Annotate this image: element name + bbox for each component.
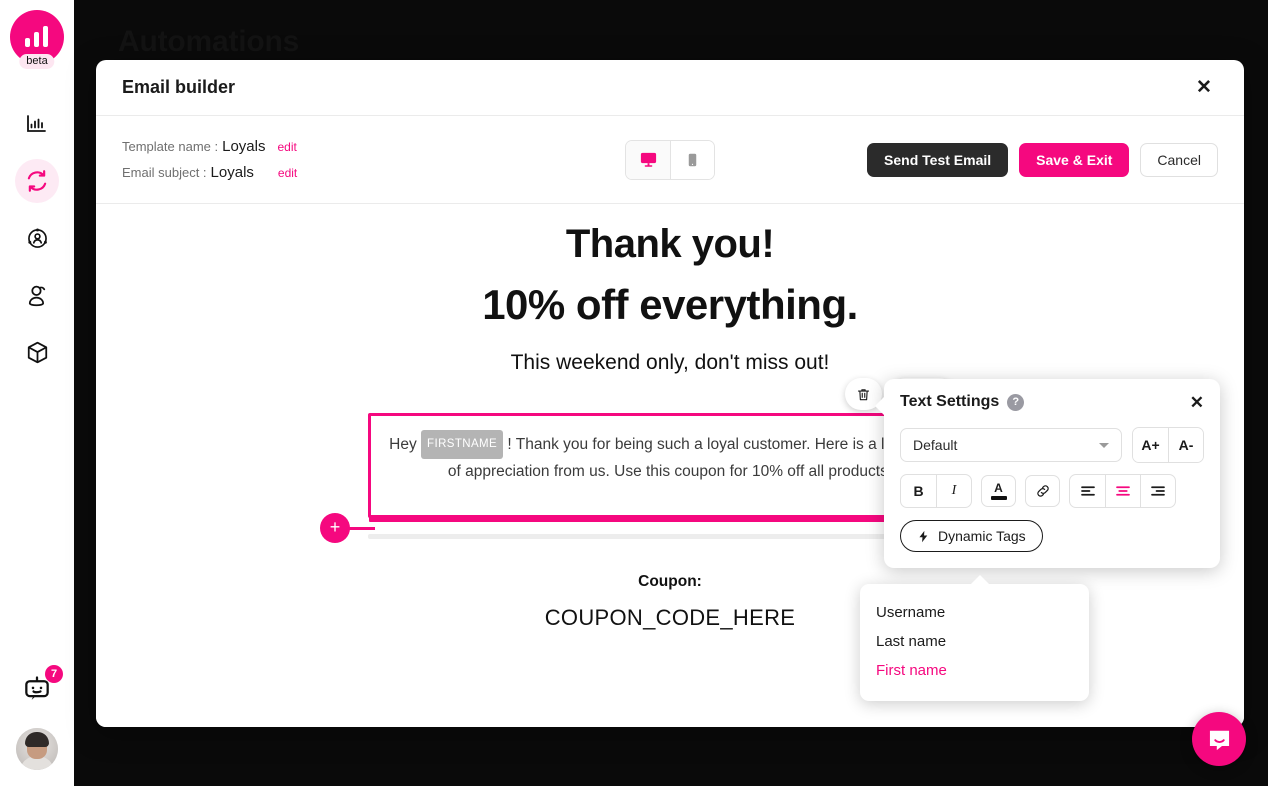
bold-italic-group: B I: [900, 474, 972, 508]
page-title: Automations: [118, 25, 300, 58]
chevron-down-icon: [1099, 442, 1109, 448]
template-name-label: Template name :: [122, 138, 219, 154]
increase-font-size-button[interactable]: A+: [1133, 428, 1168, 462]
email-heading-2[interactable]: 10% off everything.: [368, 281, 972, 329]
email-subject-row: Email subject : Loyals edit: [122, 160, 297, 186]
sidebar-nav: [15, 102, 59, 374]
text-settings-close-icon[interactable]: ✕: [1190, 394, 1204, 411]
brand-logo[interactable]: beta: [10, 10, 64, 69]
user-network-icon: [27, 228, 47, 248]
email-heading-1[interactable]: Thank you!: [368, 222, 972, 267]
decrease-font-size-button[interactable]: A-: [1168, 428, 1203, 462]
dynamic-tags-menu: Username Last name First name: [860, 575, 1089, 701]
sidebar-item-segments[interactable]: [15, 273, 59, 317]
align-center-button[interactable]: [1105, 475, 1140, 507]
refresh-cycle-icon: [27, 170, 47, 192]
font-color-icon: A: [990, 481, 1007, 500]
font-size-group: A+ A-: [1132, 427, 1204, 463]
text-settings-title: Text Settings: [900, 393, 1000, 410]
body-text-before-tag: Hey: [389, 436, 417, 453]
bar-chart-icon: [27, 115, 46, 132]
modal-title: Email builder: [122, 77, 236, 97]
close-icon[interactable]: ✕: [1190, 74, 1218, 102]
intercom-launcher-button[interactable]: [1192, 712, 1246, 766]
builder-actions: Send Test Email Save & Exit Cancel: [867, 142, 1218, 177]
sidebar-item-audience[interactable]: [15, 216, 59, 260]
sidebar-item-products[interactable]: [15, 330, 59, 374]
font-family-select[interactable]: Default: [900, 428, 1122, 462]
email-body-paragraph: Hey FIRSTNAME ! Thank you for being such…: [389, 430, 951, 485]
align-left-icon: [1080, 486, 1095, 496]
bold-label: B: [913, 483, 924, 499]
trash-icon: [857, 388, 870, 400]
selected-text-block[interactable]: Hey FIRSTNAME ! Thank you for being such…: [320, 378, 972, 543]
dynamic-tags-button[interactable]: Dynamic Tags: [900, 520, 1043, 552]
email-subject-value: Loyals: [210, 163, 254, 181]
template-name-value: Loyals: [222, 137, 266, 155]
email-subheading[interactable]: This weekend only, don't miss out!: [368, 351, 972, 375]
builder-toolbar: Template name : Loyals edit Email subjec…: [96, 116, 1244, 204]
edit-email-subject-link[interactable]: edit: [278, 161, 297, 186]
add-block-button[interactable]: +: [320, 513, 375, 543]
device-mobile-button[interactable]: [670, 140, 714, 179]
dynamic-tag-option-username[interactable]: Username: [860, 598, 1089, 627]
font-color-letter: A: [994, 481, 1003, 495]
beta-badge: beta: [19, 54, 55, 69]
chat-bot-button[interactable]: 7: [17, 665, 63, 710]
device-preview-toggle: [625, 139, 715, 180]
bar-chart-logo-icon: [25, 26, 48, 47]
align-center-icon: [1116, 486, 1130, 496]
template-name-row: Template name : Loyals edit: [122, 134, 297, 160]
person-pin-icon: [28, 285, 45, 306]
italic-button[interactable]: I: [936, 475, 971, 507]
modal-header: Email builder ✕: [96, 60, 1244, 116]
font-family-value: Default: [913, 437, 958, 453]
font-color-button[interactable]: A: [981, 475, 1016, 507]
format-row: B I A: [900, 474, 1204, 508]
left-sidebar: beta 7: [0, 0, 74, 786]
intercom-chat-icon: [1209, 730, 1229, 750]
dynamic-tag-option-first-name[interactable]: First name: [860, 656, 1089, 685]
save-and-exit-button[interactable]: Save & Exit: [1019, 142, 1130, 177]
sidebar-item-automations[interactable]: [15, 159, 59, 203]
text-settings-header: Text Settings ? ✕: [900, 393, 1204, 411]
email-subject-label: Email subject :: [122, 164, 207, 180]
alignment-group: [1069, 474, 1176, 508]
dynamic-tag-chip[interactable]: FIRSTNAME: [421, 430, 504, 459]
edit-template-name-link[interactable]: edit: [277, 135, 296, 160]
dynamic-tags-label: Dynamic Tags: [938, 528, 1026, 544]
mobile-phone-icon: [688, 153, 697, 166]
sidebar-item-analytics[interactable]: [15, 102, 59, 146]
bold-button[interactable]: B: [901, 475, 936, 507]
cube-icon: [27, 341, 47, 363]
dynamic-tag-option-last-name[interactable]: Last name: [860, 627, 1089, 656]
align-left-button[interactable]: [1070, 475, 1105, 507]
sidebar-bottom: 7: [16, 665, 63, 770]
divider-block[interactable]: [368, 534, 972, 539]
send-test-email-button[interactable]: Send Test Email: [867, 142, 1009, 177]
text-settings-panel: Text Settings ? ✕ Default A+ A- B I A Dy…: [875, 379, 1220, 568]
help-icon[interactable]: ?: [1007, 393, 1025, 411]
email-template: Thank you! 10% off everything. This week…: [320, 204, 972, 631]
align-right-icon: [1151, 486, 1165, 496]
font-color-swatch: [990, 496, 1007, 500]
cancel-button[interactable]: Cancel: [1140, 142, 1218, 177]
notification-badge: 7: [45, 665, 63, 683]
app-root: Automations beta 7 Email builder ✕ Templ…: [0, 0, 1268, 786]
device-desktop-button[interactable]: [626, 140, 670, 179]
font-row: Default A+ A-: [900, 427, 1204, 463]
lightning-bolt-icon: [919, 530, 928, 542]
body-text-after-tag: ! Thank you for being such a loyal custo…: [447, 436, 951, 480]
align-right-button[interactable]: [1140, 475, 1175, 507]
italic-label: I: [951, 483, 957, 498]
desktop-monitor-icon: [640, 152, 656, 167]
link-icon: [1036, 485, 1049, 497]
avatar[interactable]: [16, 728, 58, 770]
template-meta: Template name : Loyals edit Email subjec…: [122, 134, 297, 186]
insert-link-button[interactable]: [1025, 475, 1060, 507]
